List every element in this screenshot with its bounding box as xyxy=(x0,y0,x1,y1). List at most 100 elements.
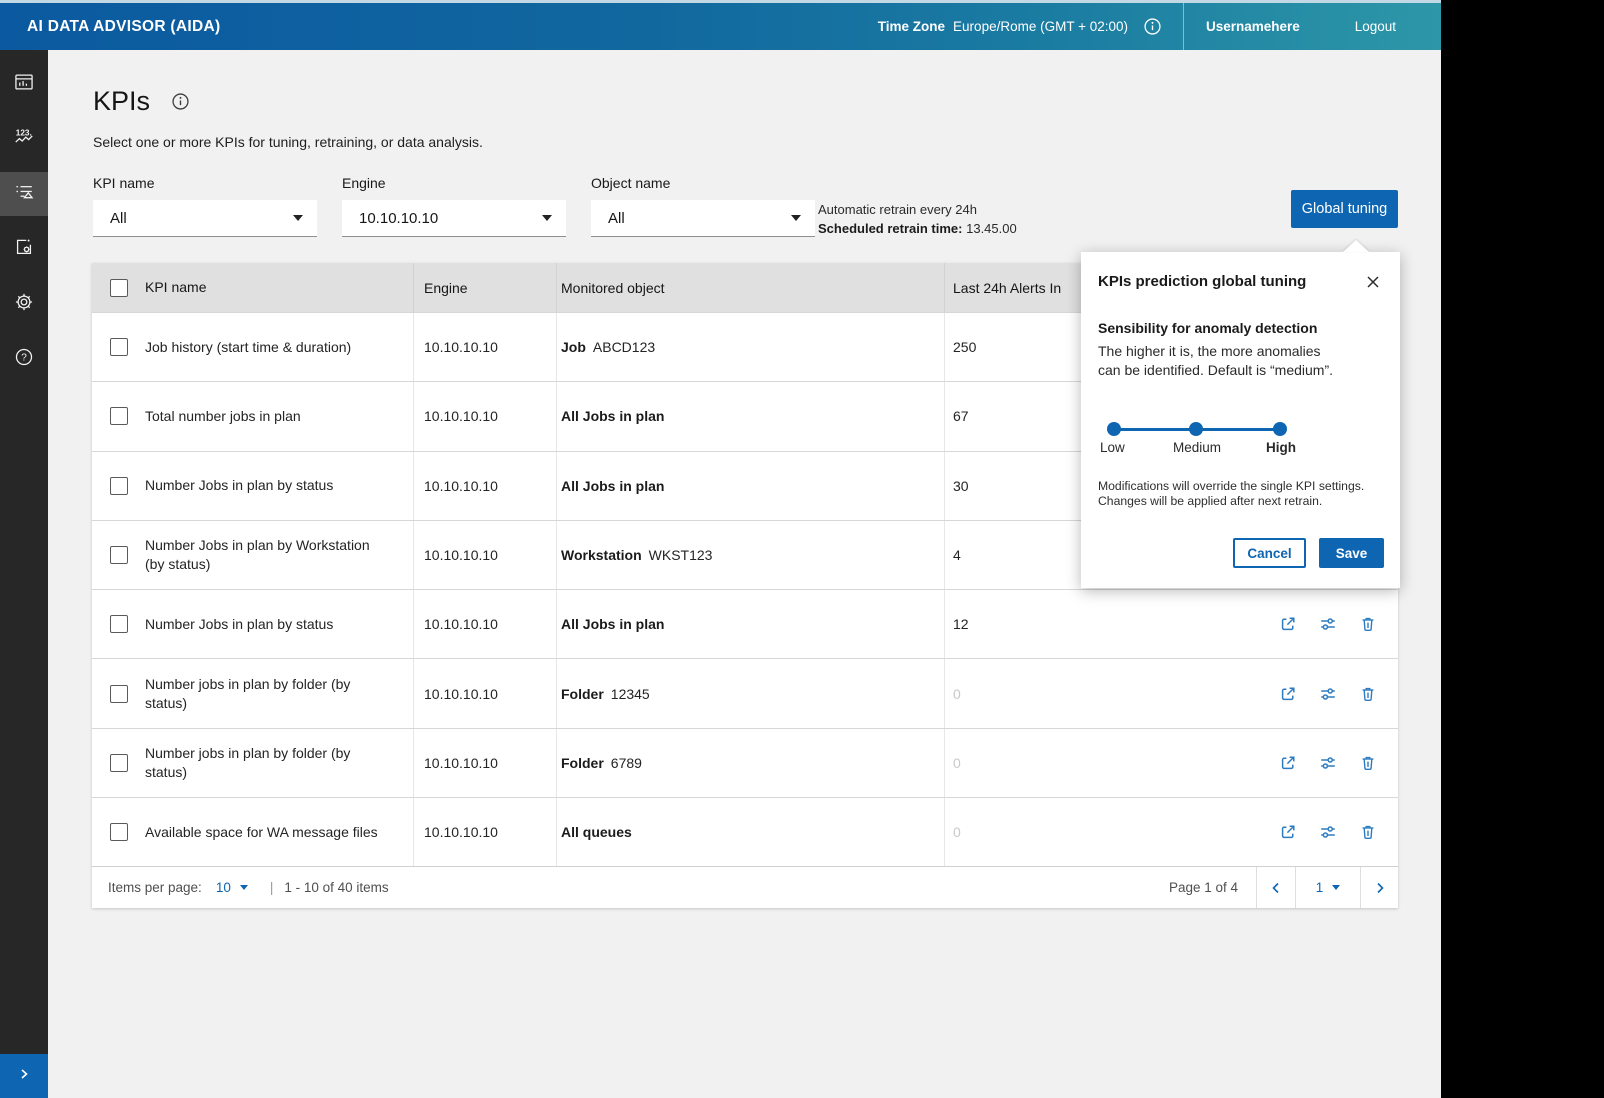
close-icon[interactable] xyxy=(1362,271,1384,293)
row-actions xyxy=(1174,798,1398,866)
svg-text:?: ? xyxy=(21,352,27,363)
chevron-down-icon xyxy=(791,215,801,221)
tuning-sliders-icon[interactable] xyxy=(1318,614,1338,634)
filter-object-name-select[interactable]: All xyxy=(591,200,815,237)
tuning-sliders-icon[interactable] xyxy=(1318,753,1338,773)
page-select[interactable]: 1 xyxy=(1295,867,1360,908)
next-page-button[interactable] xyxy=(1360,867,1398,908)
row-checkbox[interactable] xyxy=(110,477,128,495)
select-all-checkbox[interactable] xyxy=(110,279,128,297)
chevron-down-icon xyxy=(1332,885,1340,890)
chevron-down-icon xyxy=(542,215,552,221)
row-checkbox[interactable] xyxy=(110,338,128,356)
page-info-icon[interactable] xyxy=(172,93,189,110)
object-type: All Jobs in plan xyxy=(561,408,664,424)
user-section: Usernamehere Logout xyxy=(1183,3,1441,50)
slider-label-high: High xyxy=(1266,440,1296,455)
kpi-list-icon xyxy=(13,181,35,208)
chevron-down-icon xyxy=(293,215,303,221)
top-bar: AI DATA ADVISOR (AIDA) Time Zone Europe/… xyxy=(0,3,1441,50)
row-checkbox[interactable] xyxy=(110,615,128,633)
delete-trash-icon[interactable] xyxy=(1358,684,1378,704)
open-kpi-icon[interactable] xyxy=(1278,614,1298,634)
items-per-page-value: 10 xyxy=(216,880,231,895)
kpi-numbers-icon: 123. xyxy=(13,126,35,153)
settings-gear-icon xyxy=(13,291,35,318)
sidebar-item-engine-config[interactable] xyxy=(0,227,48,271)
object-type: All Jobs in plan xyxy=(561,478,664,494)
engine-cell: 10.10.10.10 xyxy=(413,382,556,450)
col-header-engine: Engine xyxy=(413,263,556,312)
popover-note-line2: Changes will be applied after next retra… xyxy=(1098,494,1364,509)
row-checkbox[interactable] xyxy=(110,407,128,425)
object-id: ABCD123 xyxy=(593,339,655,355)
top-bar-right: Time Zone Europe/Rome (GMT + 02:00) User… xyxy=(878,3,1441,50)
filter-kpi-name-label: KPI name xyxy=(93,175,317,191)
username[interactable]: Usernamehere xyxy=(1206,19,1300,34)
table-row: Number jobs in plan by folder (by status… xyxy=(92,658,1398,727)
open-kpi-icon[interactable] xyxy=(1278,822,1298,842)
tuning-sliders-icon[interactable] xyxy=(1318,684,1338,704)
filter-engine: Engine 10.10.10.10 xyxy=(342,175,566,237)
pagination-bar: Items per page: 10 | 1 - 10 of 40 items … xyxy=(92,866,1398,908)
retrain-schedule-value: 13.45.00 xyxy=(966,221,1017,236)
table-row: Available space for WA message files10.1… xyxy=(92,797,1398,866)
row-actions xyxy=(1174,729,1398,797)
slider-stop-low[interactable] xyxy=(1107,422,1121,436)
delete-trash-icon[interactable] xyxy=(1358,822,1378,842)
page-title-row: KPIs xyxy=(93,86,189,117)
tuning-sliders-icon[interactable] xyxy=(1318,822,1338,842)
table-row: Number jobs in plan by folder (by status… xyxy=(92,728,1398,797)
sidebar-expand-button[interactable] xyxy=(0,1054,48,1098)
open-kpi-icon[interactable] xyxy=(1278,753,1298,773)
global-tuning-button[interactable]: Global tuning xyxy=(1291,190,1398,228)
open-kpi-icon[interactable] xyxy=(1278,684,1298,704)
kpi-name-cell: Number jobs in plan by folder (by status… xyxy=(137,659,413,727)
engine-cell: 10.10.10.10 xyxy=(413,521,556,589)
sensibility-description-line1: The higher it is, the more anomalies xyxy=(1098,342,1333,361)
save-button[interactable]: Save xyxy=(1319,538,1384,568)
sidebar-item-help[interactable]: ? xyxy=(0,337,48,381)
object-type: Folder xyxy=(561,686,604,702)
cancel-button[interactable]: Cancel xyxy=(1233,538,1306,568)
monitored-object-cell: All Jobs in plan xyxy=(556,452,944,520)
sidebar-item-dashboard[interactable] xyxy=(0,62,48,106)
row-checkbox[interactable] xyxy=(110,685,128,703)
sidebar-item-settings[interactable] xyxy=(0,282,48,326)
prev-page-button[interactable] xyxy=(1256,867,1295,908)
row-checkbox[interactable] xyxy=(110,823,128,841)
app-window: AI DATA ADVISOR (AIDA) Time Zone Europe/… xyxy=(0,0,1441,1098)
engine-cell: 10.10.10.10 xyxy=(413,590,556,658)
slider-stop-high[interactable] xyxy=(1273,422,1287,436)
help-icon: ? xyxy=(13,346,35,373)
filter-engine-label: Engine xyxy=(342,175,566,191)
items-per-page-select[interactable]: 10 xyxy=(216,880,248,895)
popover-note-line1: Modifications will override the single K… xyxy=(1098,479,1364,494)
monitored-object-cell: Folder6789 xyxy=(556,729,944,797)
slider-label-low: Low xyxy=(1100,440,1125,455)
sidebar-item-kpis[interactable] xyxy=(0,172,48,216)
filter-kpi-name-select[interactable]: All xyxy=(93,200,317,237)
monitored-object-cell: JobABCD123 xyxy=(556,313,944,381)
engine-cell: 10.10.10.10 xyxy=(413,798,556,866)
filter-kpi-name: KPI name All xyxy=(93,175,317,237)
sidebar-nav: 123. xyxy=(0,50,48,1098)
sidebar-item-kpi-trends[interactable]: 123. xyxy=(0,117,48,161)
chevron-down-icon xyxy=(240,885,248,890)
object-id: 12345 xyxy=(611,686,650,702)
timezone-info-icon[interactable] xyxy=(1144,18,1161,35)
row-actions xyxy=(1174,659,1398,727)
logout-button[interactable]: Logout xyxy=(1355,19,1396,34)
table-row: Number Jobs in plan by status10.10.10.10… xyxy=(92,589,1398,658)
delete-trash-icon[interactable] xyxy=(1358,753,1378,773)
slider-label-medium: Medium xyxy=(1173,440,1221,455)
filter-engine-select[interactable]: 10.10.10.10 xyxy=(342,200,566,237)
object-type: All Jobs in plan xyxy=(561,616,664,632)
engine-cell: 10.10.10.10 xyxy=(413,729,556,797)
row-checkbox[interactable] xyxy=(110,754,128,772)
delete-trash-icon[interactable] xyxy=(1358,614,1378,634)
slider-stop-medium[interactable] xyxy=(1189,422,1203,436)
pagination-divider: | xyxy=(270,880,274,895)
row-checkbox[interactable] xyxy=(110,546,128,564)
col-header-object: Monitored object xyxy=(556,263,944,312)
